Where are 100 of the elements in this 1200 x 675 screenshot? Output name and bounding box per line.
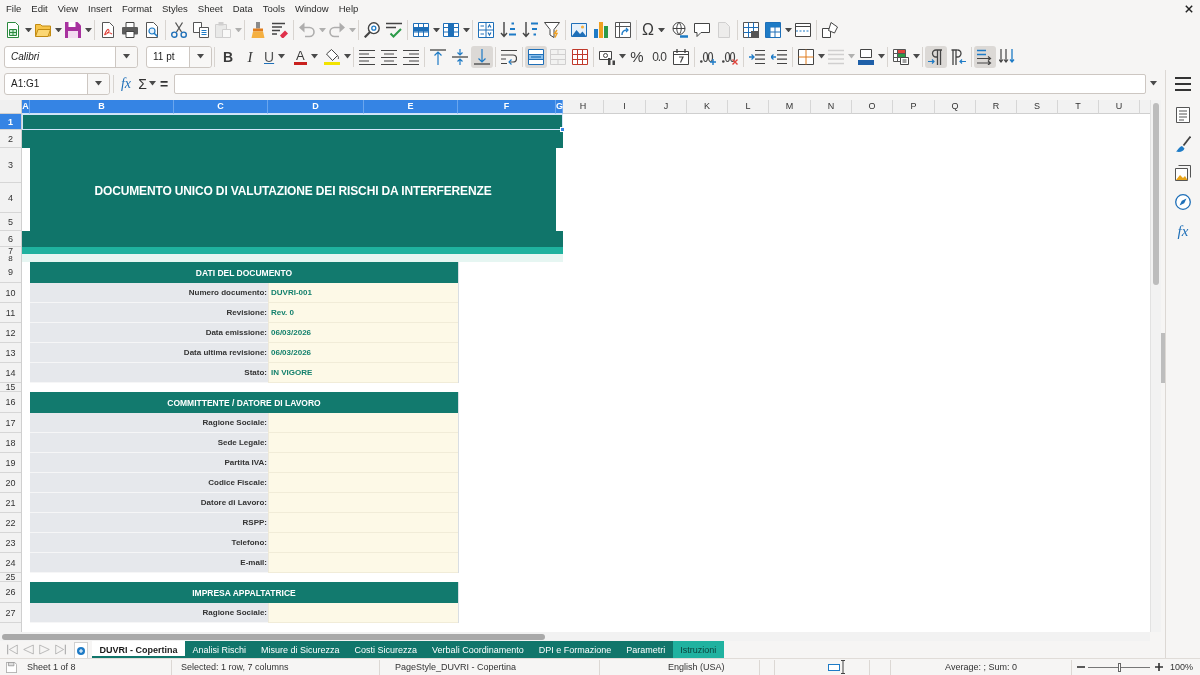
row-header[interactable]: 22 <box>0 513 21 533</box>
save-button[interactable] <box>62 19 92 41</box>
scrollbar-thumb[interactable] <box>1153 103 1159 285</box>
row-header[interactable]: 26 <box>0 582 21 603</box>
special-character-button[interactable]: Ω <box>639 19 669 41</box>
column-header[interactable]: K <box>687 100 728 114</box>
menu-item[interactable]: Sheet <box>192 1 228 16</box>
text-direction-button[interactable] <box>974 45 996 68</box>
copy-button[interactable] <box>190 19 212 41</box>
row-header[interactable]: 20 <box>0 473 21 493</box>
close-document-button[interactable] <box>1184 2 1194 15</box>
row-header[interactable]: 18 <box>0 433 21 453</box>
left-to-right-button[interactable] <box>925 45 947 68</box>
row-header[interactable]: 12 <box>0 323 21 343</box>
menu-item[interactable]: Help <box>333 1 364 16</box>
column-header[interactable]: L <box>728 100 769 114</box>
sheet-tab[interactable]: Misure di Sicurezza <box>253 641 348 658</box>
menu-item[interactable]: Format <box>116 1 157 16</box>
cut-button[interactable] <box>168 19 190 41</box>
horizontal-scrollbar[interactable] <box>0 632 1150 641</box>
menu-item[interactable]: Window <box>289 1 334 16</box>
merge-center-button[interactable] <box>525 45 547 68</box>
font-color-button[interactable]: A <box>291 45 321 68</box>
row-header[interactable]: 10 <box>0 283 21 303</box>
find-replace-button[interactable] <box>361 19 383 41</box>
autofilter-button[interactable] <box>541 19 563 41</box>
menu-item[interactable]: Edit <box>26 1 53 16</box>
column-header[interactable]: O <box>852 100 893 114</box>
hyperlink-button[interactable] <box>669 19 691 41</box>
font-size-field[interactable]: 11 pt <box>146 45 212 68</box>
sheet-tab[interactable]: Costi Sicurezza <box>347 641 425 658</box>
freeze-button[interactable] <box>762 19 792 41</box>
row-header[interactable]: 14 <box>0 363 21 383</box>
draw-functions-button[interactable] <box>819 19 841 41</box>
sheet-tab[interactable]: Verbali Coordinamento <box>424 641 532 658</box>
align-bottom-button[interactable] <box>471 45 493 68</box>
column-header[interactable]: U <box>1099 100 1140 114</box>
fill-handle[interactable] <box>560 127 565 132</box>
column-header[interactable]: J <box>646 100 687 114</box>
formula-input[interactable] <box>174 73 1146 94</box>
column-header[interactable]: R <box>976 100 1017 114</box>
pivot-table-button[interactable] <box>612 19 634 41</box>
row-header[interactable]: 15 <box>0 383 21 392</box>
functions-button[interactable]: fx <box>1172 220 1194 242</box>
bold-button[interactable]: B <box>217 45 239 68</box>
row-header[interactable]: 9 <box>0 262 21 283</box>
column-header[interactable]: P <box>893 100 935 114</box>
row-header[interactable]: 4 <box>0 183 21 213</box>
sheet-tab[interactable]: DUVRI - Copertina <box>92 641 185 658</box>
column-header[interactable]: S <box>1017 100 1058 114</box>
zoom-level[interactable]: 100% <box>1170 662 1194 672</box>
row-header[interactable]: 7 <box>0 247 21 255</box>
add-sheet-button[interactable] <box>74 642 88 658</box>
scrollbar-thumb[interactable] <box>2 633 545 640</box>
row-header[interactable]: 24 <box>0 553 21 573</box>
row-header[interactable]: 19 <box>0 453 21 473</box>
row-header[interactable]: 2 <box>0 130 21 148</box>
sort-button[interactable] <box>475 19 497 41</box>
print-area-button[interactable] <box>740 19 762 41</box>
name-box[interactable]: A1:G1 <box>4 72 110 95</box>
menu-item[interactable]: Data <box>227 1 258 16</box>
print-button[interactable] <box>119 19 141 41</box>
menu-item[interactable]: File <box>1 1 27 16</box>
vertical-scrollbar[interactable] <box>1150 100 1161 632</box>
sheet-tab[interactable]: Analisi Rischi <box>185 641 254 658</box>
column-header[interactable]: T <box>1058 100 1099 114</box>
row-header[interactable]: 6 <box>0 231 21 247</box>
column-header[interactable]: F <box>458 100 556 114</box>
row-header[interactable]: 21 <box>0 493 21 513</box>
row-header[interactable]: 23 <box>0 533 21 553</box>
column-header[interactable]: N <box>811 100 852 114</box>
row-header[interactable]: 17 <box>0 413 21 433</box>
gallery-button[interactable] <box>1172 162 1194 184</box>
menu-item[interactable]: Tools <box>257 1 290 16</box>
number-format-button[interactable]: 0.0 <box>648 45 670 68</box>
sidebar-handle[interactable] <box>1161 333 1165 383</box>
sum-button[interactable]: Σ <box>136 73 158 94</box>
italic-button[interactable]: I <box>239 45 261 68</box>
column-header[interactable]: M <box>769 100 811 114</box>
column-header[interactable]: B <box>30 100 174 114</box>
navigator-button[interactable] <box>1172 191 1194 213</box>
column-header[interactable]: E <box>364 100 458 114</box>
selection-mode-icon[interactable] <box>828 660 846 674</box>
row-header[interactable]: 11 <box>0 303 21 323</box>
menu-item[interactable]: Insert <box>83 1 117 16</box>
row-header[interactable]: 8 <box>0 255 21 262</box>
row-header[interactable]: 27 <box>0 603 21 623</box>
percent-format-button[interactable]: % <box>626 45 648 68</box>
row-header[interactable]: 1 <box>0 114 21 130</box>
language[interactable]: English (USA) <box>668 662 725 672</box>
formula-button[interactable]: = <box>158 73 170 94</box>
row-header[interactable]: 16 <box>0 392 21 413</box>
zoom-in-button[interactable] <box>1154 661 1164 673</box>
column-header[interactable]: D <box>268 100 364 114</box>
menu-item[interactable]: Styles <box>156 1 193 16</box>
sheet-tab[interactable]: Parametri <box>618 641 673 658</box>
font-name-field[interactable]: Calibri <box>4 45 138 68</box>
menu-item[interactable]: View <box>52 1 84 16</box>
column-header[interactable]: C <box>174 100 268 114</box>
slider-thumb[interactable] <box>1118 662 1121 672</box>
